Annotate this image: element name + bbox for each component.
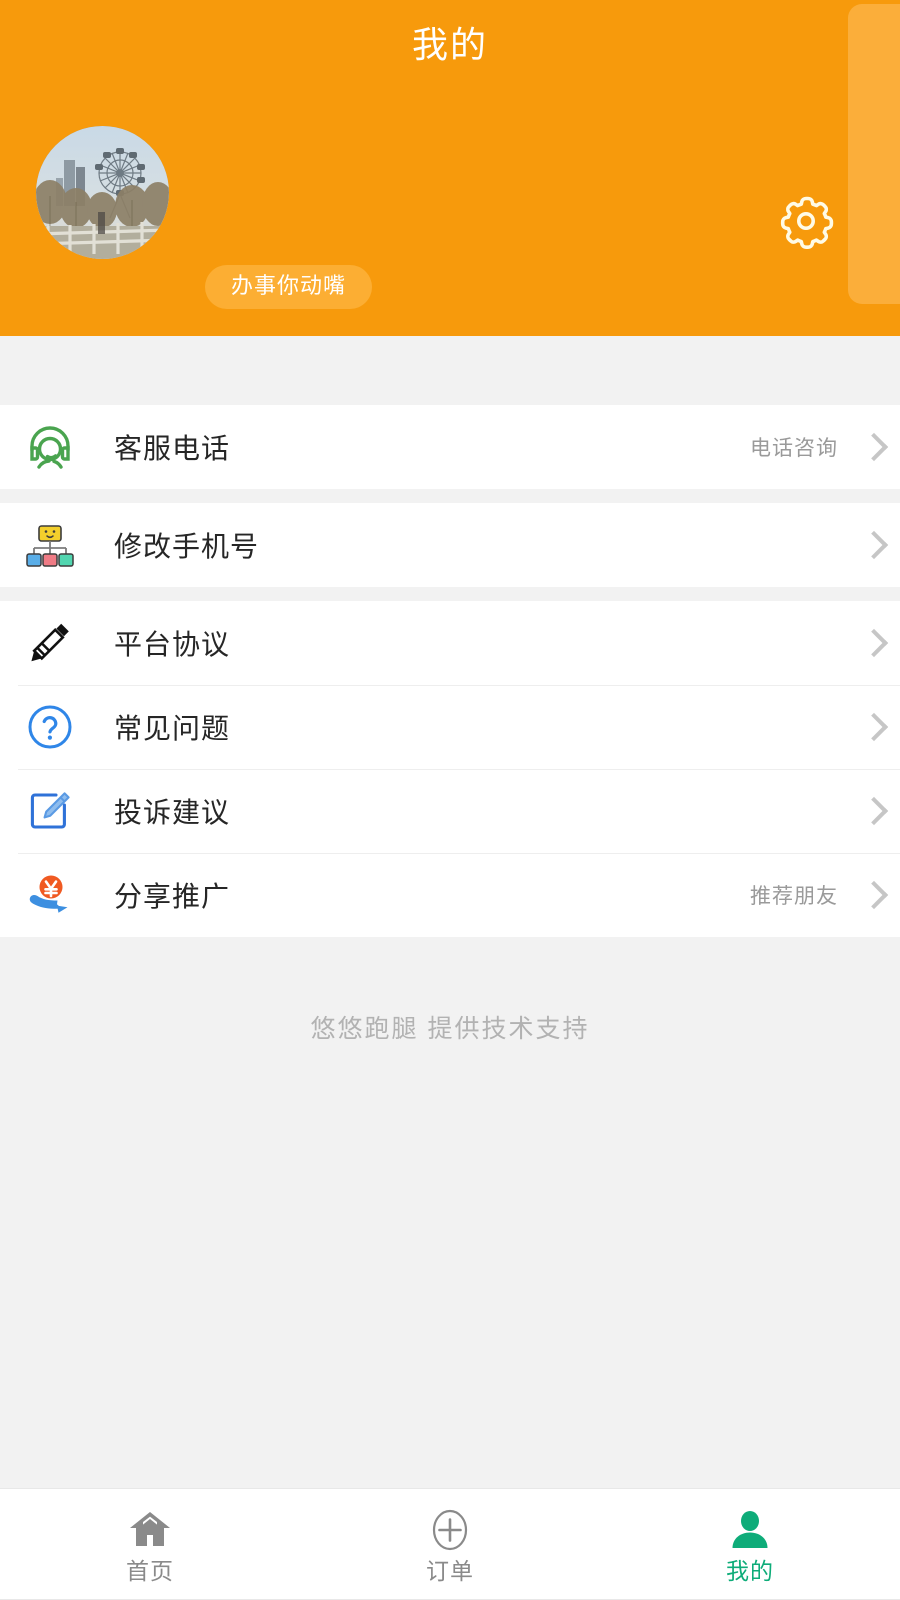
tab-label: 首页 bbox=[126, 1557, 174, 1584]
plus-circle-icon bbox=[426, 1506, 474, 1554]
bottom-tab-bar: 首页 订单 我的 bbox=[0, 1488, 900, 1600]
menu-item-label: 投诉建议 bbox=[114, 797, 231, 828]
menu-item-label: 平台协议 bbox=[114, 629, 231, 660]
menu-item-faq[interactable]: 常见问题 bbox=[0, 685, 900, 769]
menu-item-label: 修改手机号 bbox=[114, 531, 260, 562]
tab-profile[interactable]: 我的 bbox=[600, 1506, 900, 1583]
avatar-ferris-wheel-photo-icon bbox=[36, 126, 169, 259]
chevron-right-icon bbox=[864, 532, 878, 558]
customer-service-headset-icon bbox=[18, 415, 82, 479]
edit-square-icon bbox=[18, 779, 82, 843]
nickname-badge[interactable]: 办事你动嘴 bbox=[205, 265, 373, 309]
menu-item-complaint-suggestion[interactable]: 投诉建议 bbox=[0, 769, 900, 853]
menu-group-3: 平台协议 常见问题 投诉建议 分享推广 推荐朋友 bbox=[0, 601, 900, 937]
tab-orders[interactable]: 订单 bbox=[300, 1506, 600, 1583]
menu-item-label: 客服电话 bbox=[114, 433, 231, 464]
org-chart-icon bbox=[18, 513, 82, 577]
question-circle-icon bbox=[18, 695, 82, 759]
menu-item-customer-service[interactable]: 客服电话 电话咨询 bbox=[0, 405, 900, 489]
chevron-right-icon bbox=[864, 630, 878, 656]
menu-item-value: 电话咨询 bbox=[750, 437, 838, 460]
page-title: 我的 bbox=[411, 24, 488, 65]
home-icon bbox=[126, 1506, 174, 1554]
menu-item-platform-agreement[interactable]: 平台协议 bbox=[0, 601, 900, 685]
app-root: 我的 办事你动嘴 客服电话 电话咨询 修改手机号 平台协议 常见问题 投诉建议 … bbox=[0, 0, 900, 1600]
pencil-icon bbox=[18, 611, 82, 675]
menu-item-label: 分享推广 bbox=[114, 881, 231, 912]
settings-content: 客服电话 电话咨询 修改手机号 平台协议 常见问题 投诉建议 分享推广 推荐朋友… bbox=[0, 336, 900, 1488]
person-icon bbox=[726, 1506, 774, 1554]
tab-label: 订单 bbox=[426, 1557, 474, 1584]
menu-item-label: 常见问题 bbox=[114, 713, 231, 744]
profile-header: 我的 办事你动嘴 bbox=[0, 0, 900, 336]
menu-item-value: 推荐朋友 bbox=[750, 885, 838, 908]
chevron-right-icon bbox=[864, 882, 878, 908]
menu-item-share-promotion[interactable]: 分享推广 推荐朋友 bbox=[0, 853, 900, 937]
chevron-right-icon bbox=[864, 798, 878, 824]
gear-icon[interactable] bbox=[775, 190, 837, 252]
menu-group-1: 客服电话 电话咨询 bbox=[0, 405, 900, 489]
powered-by-note: 悠悠跑腿 提供技术支持 bbox=[310, 1015, 590, 1043]
tab-label: 我的 bbox=[726, 1557, 774, 1584]
tab-home[interactable]: 首页 bbox=[0, 1506, 300, 1583]
menu-item-change-phone[interactable]: 修改手机号 bbox=[0, 503, 900, 587]
share-money-hand-icon bbox=[18, 863, 82, 927]
avatar[interactable] bbox=[36, 126, 169, 259]
chevron-right-icon bbox=[864, 434, 878, 460]
menu-group-2: 修改手机号 bbox=[0, 503, 900, 587]
chevron-right-icon bbox=[864, 714, 878, 740]
